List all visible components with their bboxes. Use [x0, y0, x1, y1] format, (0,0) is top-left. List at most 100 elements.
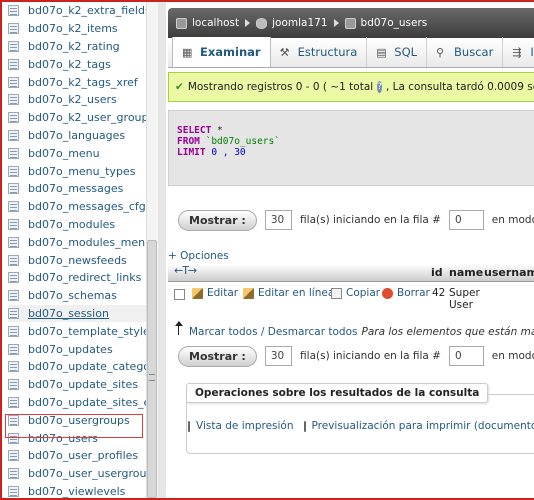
sidebar-item-bd07o-template-styles[interactable]: bd07o_template_styles — [8, 322, 146, 340]
sidebar-item-label[interactable]: bd07o_redirect_links — [28, 271, 141, 284]
table-icon[interactable] — [8, 218, 19, 230]
sidebar-item-bd07o-user-profiles[interactable]: bd07o_user_profiles — [8, 447, 146, 465]
sidebar-item-label[interactable]: bd07o_session — [28, 307, 109, 320]
sidebar-item-label[interactable]: bd07o_k2_user_groups — [28, 111, 146, 124]
sidebar-item-bd07o-viewlevels[interactable]: bd07o_viewlevels — [8, 483, 146, 498]
sidebar-item-label[interactable]: bd07o_updates — [28, 343, 113, 356]
table-icon[interactable] — [8, 76, 19, 88]
sidebar-item-label[interactable]: bd07o_messages — [28, 182, 123, 195]
table-icon[interactable] — [8, 201, 19, 213]
sidebar-item-label[interactable]: bd07o_user_usergroup_m — [28, 467, 146, 480]
table-icon[interactable] — [8, 94, 19, 106]
sidebar-item-label[interactable]: bd07o_schemas — [28, 289, 117, 302]
row-inline-edit-link[interactable]: Editar en línea — [243, 287, 334, 299]
table-icon[interactable] — [8, 361, 19, 373]
sidebar-item-label[interactable]: bd07o_viewlevels — [28, 485, 125, 498]
sidebar-item-bd07o-k2-extra-fields-g[interactable]: bd07o_k2_extra_fields_g — [8, 2, 146, 20]
column-header-name[interactable]: name — [449, 266, 483, 279]
table-icon[interactable] — [8, 468, 19, 480]
sidebar-item-label[interactable]: bd07o_update_sites_exte — [28, 396, 146, 409]
table-icon[interactable] — [8, 272, 19, 284]
table-icon[interactable] — [8, 5, 19, 17]
sidebar-item-bd07o-modules-menu[interactable]: bd07o_modules_menu — [8, 233, 146, 251]
sidebar-item-bd07o-messages-cfg[interactable]: bd07o_messages_cfg — [8, 198, 146, 216]
sidebar-item-bd07o-k2-items[interactable]: bd07o_k2_items — [8, 20, 146, 38]
tab-insertar[interactable]: ⇶ Insertar — [503, 37, 534, 67]
table-icon[interactable] — [8, 485, 19, 497]
sql-limit-keyword[interactable]: LIMIT — [177, 147, 206, 158]
table-icon[interactable] — [8, 23, 19, 35]
check-all-link[interactable]: Marcar todos / Desmarcar todos — [189, 326, 357, 338]
sidebar-item-bd07o-newsfeeds[interactable]: bd07o_newsfeeds — [8, 251, 146, 269]
table-icon[interactable] — [8, 183, 19, 195]
sidebar-item-bd07o-languages[interactable]: bd07o_languages — [8, 127, 146, 145]
sidebar-item-label[interactable]: bd07o_k2_tags — [28, 58, 111, 71]
row-edit-link[interactable]: Editar — [192, 287, 238, 299]
sidebar-item-bd07o-redirect-links[interactable]: bd07o_redirect_links — [8, 269, 146, 287]
column-header-id[interactable]: id — [431, 266, 443, 279]
sidebar-item-label[interactable]: bd07o_k2_extra_fields_g — [28, 4, 146, 17]
breadcrumb-database[interactable]: joomla171 — [256, 17, 328, 29]
table-icon[interactable] — [8, 147, 19, 159]
column-arrows-icon[interactable]: ←T→ — [174, 264, 197, 277]
sidebar-item-label[interactable]: bd07o_modules_menu — [28, 236, 146, 249]
sidebar-item-bd07o-user-usergroup-m[interactable]: bd07o_user_usergroup_m — [8, 465, 146, 483]
table-icon[interactable] — [8, 290, 19, 302]
sidebar-item-bd07o-menu-types[interactable]: bd07o_menu_types — [8, 162, 146, 180]
table-icon[interactable] — [8, 325, 19, 337]
sidebar-item-bd07o-update-sites[interactable]: bd07o_update_sites — [8, 376, 146, 394]
row-checkbox[interactable] — [174, 289, 185, 300]
sidebar-item-label[interactable]: bd07o_template_styles — [28, 325, 146, 338]
sidebar-item-bd07o-update-sites-exte[interactable]: bd07o_update_sites_exte — [8, 394, 146, 412]
column-header-username[interactable]: username — [484, 266, 534, 279]
sidebar-item-label[interactable]: bd07o_update_categories — [28, 360, 146, 373]
sidebar-item-bd07o-update-categories[interactable]: bd07o_update_categories — [8, 358, 146, 376]
table-icon[interactable] — [8, 236, 19, 248]
show-button-bottom[interactable]: Mostrar : — [178, 345, 257, 367]
sidebar-item-label[interactable]: bd07o_k2_tags_xref — [28, 76, 138, 89]
sidebar-item-bd07o-menu[interactable]: bd07o_menu — [8, 144, 146, 162]
table-icon[interactable] — [8, 129, 19, 141]
sidebar-item-label[interactable]: bd07o_modules — [28, 218, 115, 231]
sidebar-item-bd07o-modules[interactable]: bd07o_modules — [8, 216, 146, 234]
show-button[interactable]: Mostrar : — [178, 209, 257, 231]
table-icon[interactable] — [8, 450, 19, 462]
table-icon[interactable] — [8, 254, 19, 266]
sidebar-item-label[interactable]: bd07o_messages_cfg — [28, 200, 146, 213]
row-copy-link[interactable]: Copiar — [331, 287, 380, 299]
sidebar-item-label[interactable]: bd07o_k2_rating — [28, 40, 120, 53]
table-icon[interactable] — [8, 343, 19, 355]
sidebar-item-label[interactable]: bd07o_languages — [28, 129, 125, 142]
table-icon[interactable] — [8, 379, 19, 391]
rows-count-input-bottom[interactable]: 30 — [264, 346, 293, 366]
sidebar-item-label[interactable]: bd07o_update_sites — [28, 378, 138, 391]
table-icon[interactable] — [8, 165, 19, 177]
sidebar-item-bd07o-session[interactable]: bd07o_session — [8, 304, 146, 323]
sidebar-item-label[interactable]: bd07o_menu — [28, 147, 100, 160]
breadcrumb-server[interactable]: localhost — [176, 17, 239, 29]
table-icon[interactable] — [8, 112, 19, 124]
rows-count-input[interactable]: 30 — [264, 210, 293, 230]
sidebar-item-bd07o-schemas[interactable]: bd07o_schemas — [8, 287, 146, 305]
sidebar-item-bd07o-k2-rating[interactable]: bd07o_k2_rating — [8, 38, 146, 56]
sidebar-item-label[interactable]: bd07o_k2_users — [28, 93, 117, 106]
row-delete-link[interactable]: Borrar — [382, 287, 430, 299]
tab-buscar[interactable]: ⚲ Buscar — [427, 37, 504, 67]
help-icon[interactable]: ? — [377, 81, 382, 93]
table-icon[interactable] — [8, 58, 19, 70]
sidebar-item-bd07o-messages[interactable]: bd07o_messages — [8, 180, 146, 198]
sidebar-item-bd07o-k2-tags[interactable]: bd07o_k2_tags — [8, 55, 146, 73]
sidebar-item-label[interactable]: bd07o_newsfeeds — [28, 254, 127, 267]
start-row-input[interactable]: 0 — [448, 210, 484, 230]
breadcrumb-table[interactable]: bd07o_users — [344, 17, 427, 29]
sidebar-item-bd07o-k2-user-groups[interactable]: bd07o_k2_user_groups — [8, 109, 146, 127]
sidebar-item-label[interactable]: bd07o_menu_types — [28, 165, 135, 178]
tab-sql[interactable]: ▤ SQL — [367, 37, 428, 67]
table-icon[interactable] — [8, 307, 19, 319]
sidebar-item-label[interactable]: bd07o_user_profiles — [28, 449, 138, 462]
table-icon[interactable] — [8, 40, 19, 52]
sql-select-keyword[interactable]: SELECT — [177, 125, 211, 136]
tab-examinar[interactable]: ▦ Examinar — [172, 37, 271, 67]
sidebar-item-bd07o-k2-tags-xref[interactable]: bd07o_k2_tags_xref — [8, 73, 146, 91]
options-link[interactable]: + Opciones — [168, 250, 229, 262]
